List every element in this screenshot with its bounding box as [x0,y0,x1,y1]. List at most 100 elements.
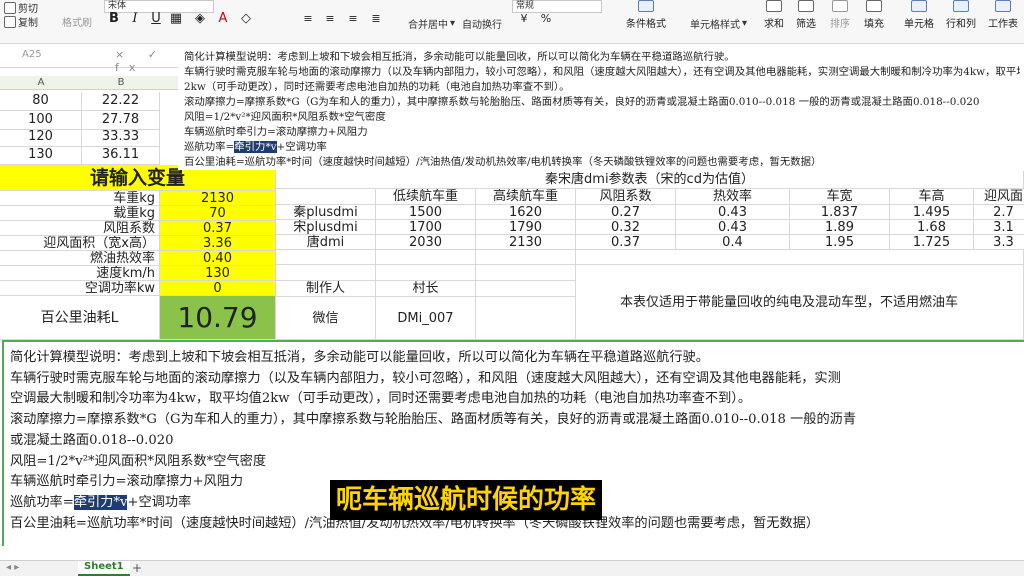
bold-button[interactable]: B [106,11,122,27]
fill-button[interactable]: 填充 [864,0,884,30]
params-cell[interactable]: 2130 [476,235,576,250]
worksheet-button[interactable]: 工作表 [988,0,1018,30]
name-box[interactable]: A25 [22,49,42,60]
add-sheet-icon[interactable]: + [132,561,142,575]
justify-icon[interactable]: ≣ [368,11,384,27]
params-cell[interactable]: 2030 [376,235,476,250]
input-label-drag-coef: 风阻系数 [0,221,160,236]
wrap-text-button[interactable]: 自动换行 [462,16,502,31]
speed-ms-cell[interactable]: 22.22 [82,92,160,111]
column-header-b[interactable]: B [82,77,160,88]
speed-ms-cell[interactable]: 33.33 [82,128,160,147]
sort-button[interactable]: 排序 [830,0,850,30]
params-cell[interactable]: 0.43 [676,220,790,235]
merge-center-button[interactable]: 合并居中 ▾ [408,16,455,31]
input-label-car-weight: 车重kg [0,191,160,206]
sheet-tab[interactable]: Sheet1 [78,561,130,576]
align-center-icon[interactable]: ≡ [322,11,338,27]
params-cell[interactable]: 1500 [376,205,476,220]
params-header: 热效率 [676,189,790,205]
input-drag-coef[interactable]: 0.37 [160,221,276,236]
copy-button[interactable]: 复制 [4,14,38,29]
font-color-icon[interactable]: A [215,11,231,27]
small-note-line: 简化计算模型说明：考虑到上坡和下坡会相互抵消，多余动能可以能量回收，所以可以简化… [184,51,735,63]
cell-style-button[interactable]: 单元格样式 ▾ [690,16,747,31]
cell-button[interactable]: 单元格 [904,0,934,30]
params-cell[interactable]: 0.43 [676,205,790,220]
maker-label: 制作人 [276,281,376,297]
input-ac-power[interactable]: 0 [160,281,276,296]
params-header: 迎风面 [974,189,1024,205]
selected-text[interactable]: 牵引力*v [73,495,128,510]
empty-cell[interactable] [376,250,476,265]
italic-button[interactable]: I [127,11,143,27]
small-note-textbox[interactable]: 简化计算模型说明：考虑到上坡和下坡会相互抵消，多余动能可以能量回收，所以可以简化… [178,44,1024,170]
empty-cell[interactable] [576,250,1024,265]
formula-icons[interactable]: × ✓ fx [115,48,178,74]
params-cell[interactable]: 2.7 [974,205,1024,220]
empty-cell[interactable] [476,265,576,281]
currency-icon[interactable]: ¥ [516,11,532,27]
align-left-icon[interactable]: ≡ [300,11,316,27]
spreadsheet-window: 剪切 复制 格式刷 宋体 B I U ▦ ◈ A ◇ ≡ ≡ ≡ ≣ 合并居中 ▾… [0,0,1024,576]
params-cell[interactable]: 0.37 [576,235,676,250]
params-cell[interactable]: 1.95 [790,235,890,250]
empty-cell[interactable] [476,250,576,265]
params-cell[interactable]: 1790 [476,220,576,235]
percent-icon[interactable]: % [538,11,554,27]
input-load[interactable]: 70 [160,206,276,221]
row-col-button[interactable]: 行和列 [946,0,976,30]
tab-nav-icons[interactable]: ◂ ▸ [6,562,19,573]
speed-kmh-cell[interactable]: 130 [0,146,82,165]
underline-button[interactable]: U [148,11,164,27]
params-cell[interactable]: 1.495 [890,205,974,220]
params-cell[interactable]: 1620 [476,205,576,220]
empty-cell[interactable] [276,250,376,265]
params-cell[interactable]: 0.32 [576,220,676,235]
params-row-name[interactable]: 秦plusdmi [276,205,376,220]
params-row-name[interactable]: 唐dmi [276,235,376,250]
align-right-icon[interactable]: ≡ [345,11,361,27]
clear-format-icon[interactable]: ◇ [238,11,254,27]
input-speed[interactable]: 130 [160,266,276,281]
input-frontal-area[interactable]: 3.36 [160,236,276,251]
input-label-thermal-eff: 燃油热效率 [0,251,160,266]
big-note-line: 或混凝土路面0.018--0.020 [10,433,174,448]
params-cell[interactable]: 3.1 [974,220,1024,235]
params-cell[interactable]: 0.4 [676,235,790,250]
params-cell[interactable]: 0.27 [576,205,676,220]
fill-color-icon[interactable]: ◈ [192,11,208,27]
empty-cell[interactable] [276,265,376,281]
params-title: 秦宋唐dmi参数表（宋的cd为估值） [276,171,1024,189]
border-icon[interactable]: ▦ [168,11,184,27]
params-row-name[interactable]: 宋plusdmi [276,220,376,235]
speed-kmh-cell[interactable]: 120 [0,128,82,147]
params-cell[interactable]: 1.837 [790,205,890,220]
empty-cell[interactable] [376,265,476,281]
column-header-a[interactable]: A [0,77,82,88]
small-note-line: 2kw（可手动更改），同时还需要考虑电池自加热的功耗（电池自加热功率查不到）。 [184,81,570,93]
maker-role: 村长 [376,281,476,297]
params-cell[interactable]: 1.725 [890,235,974,250]
input-car-weight[interactable]: 2130 [160,191,276,206]
small-note-line: 车辆巡航时牵引力=滚动摩擦力+风阻力 [184,126,368,138]
params-cell[interactable]: 1.68 [890,220,974,235]
filter-button[interactable]: 筛选 [796,0,816,30]
format-painter-button[interactable]: 格式刷 [62,14,92,29]
cut-button[interactable]: 剪切 [4,0,38,15]
chevron-down-icon: ▾ [450,18,456,29]
params-cell[interactable]: 1700 [376,220,476,235]
empty-cell[interactable] [476,281,576,297]
input-thermal-eff[interactable]: 0.40 [160,251,276,266]
sum-button[interactable]: 求和 [764,0,784,30]
worksheet-icon [995,0,1011,12]
selected-text[interactable]: 牵引力*v [234,141,277,153]
params-cell[interactable]: 3.3 [974,235,1024,250]
sort-icon [832,0,848,12]
params-cell[interactable]: 1.89 [790,220,890,235]
result-value[interactable]: 10.79 [160,296,276,340]
empty-cell[interactable] [476,297,576,340]
speed-ms-cell[interactable]: 36.11 [82,146,160,165]
conditional-format-button[interactable]: 条件格式 [626,0,666,30]
speed-kmh-cell[interactable]: 80 [0,92,82,111]
